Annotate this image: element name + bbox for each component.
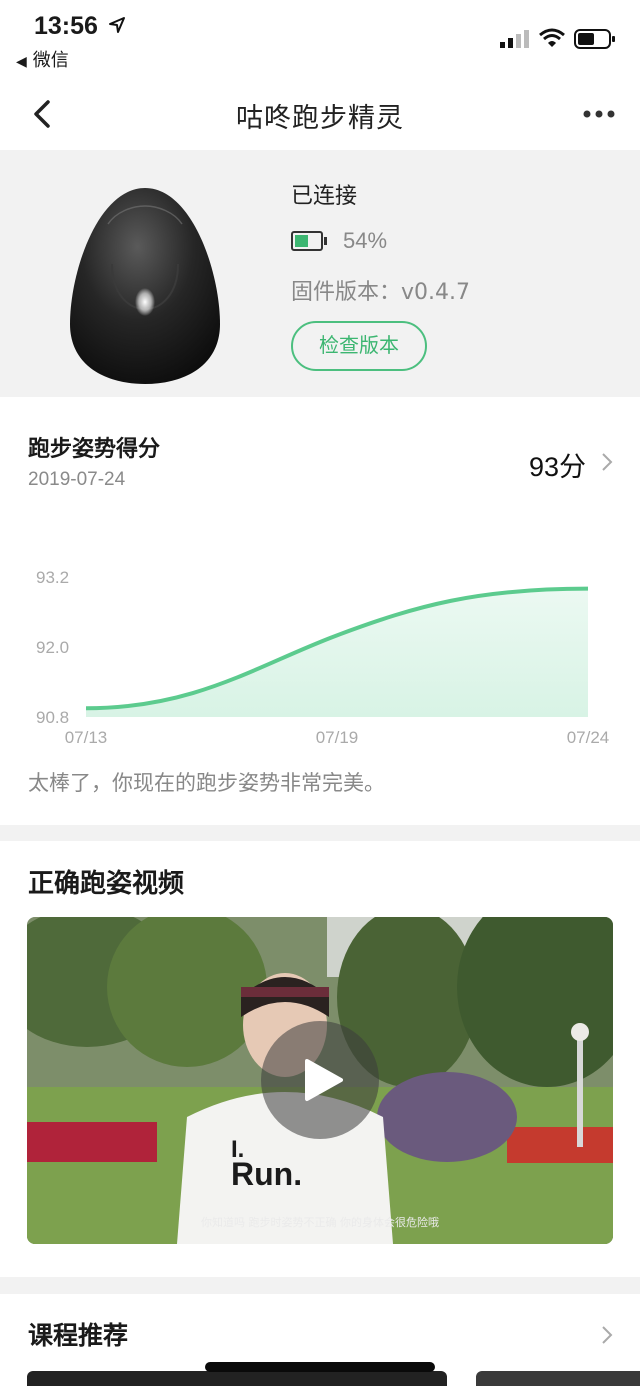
nav-bar: 咕咚跑步精灵 [0,80,640,150]
check-version-button[interactable]: 检查版本 [291,321,427,371]
home-indicator[interactable] [205,1362,435,1372]
chevron-right-icon[interactable] [600,451,614,473]
section-divider [0,1277,640,1294]
posture-score-section[interactable]: 跑步姿势得分 2019-07-24 93分 93.2 92.0 90.8 07/13 0… [0,397,640,825]
running-sensor-image [70,188,220,384]
video-section-title: 正确跑姿视频 [28,869,185,899]
page-title: 咕咚跑步精灵 [236,103,404,134]
score-chart: 93.2 92.0 90.807/13 07/19 07/24 [36,568,610,747]
y-tick-label: 90.8 [36,708,69,727]
score-value: 93分 [528,452,586,482]
y-tick-label: 92.0 [36,638,69,657]
x-tick-label: 07/24 [567,728,610,747]
x-tick-label: 07/19 [316,728,359,747]
video-thumbnail[interactable]: I. Run. 你知道吗 跑步时姿势不正确 你的身体会很危险哦 [27,917,613,1244]
device-card: 已连接 54% 固件版本：v0.4.7 检查版本 [0,150,640,397]
device-battery: 54% [291,226,387,256]
section-divider [0,825,640,841]
device-battery-icon [291,231,327,251]
signal-icon [500,30,529,48]
course-card[interactable] [27,1371,447,1386]
battery-percentage: 54% [343,228,388,253]
course-card[interactable] [476,1371,640,1386]
status-time: 13:56 [34,12,98,40]
back-triangle-icon: ◀ [16,54,27,70]
battery-icon [574,29,615,49]
score-comment: 太棒了，你现在的跑步姿势非常完美。 [28,771,385,795]
course-section-title: 课程推荐 [28,1321,129,1350]
firmware-version: 固件版本：v0.4.7 [291,280,470,305]
chevron-right-icon[interactable] [600,1324,614,1346]
play-icon [305,1059,343,1101]
y-tick-label: 93.2 [36,568,69,587]
score-area-fill [86,588,588,717]
back-app-label: 微信 [32,50,69,71]
score-title: 跑步姿势得分 [28,437,161,462]
x-tick-label: 07/13 [65,728,108,747]
video-section: 正确跑姿视频 I. Run. 你知道吗 跑步时姿势不正确 你的身体会很危险哦 [0,841,640,1277]
connection-status: 已连接 [291,184,358,209]
score-date: 2019-07-24 [28,469,126,490]
course-section[interactable]: 课程推荐 [0,1294,640,1386]
location-arrow-icon [109,17,125,33]
back-to-app-link[interactable]: ◀ 微信 [16,46,69,72]
wifi-icon [539,28,565,47]
svg-text:Run.: Run. [231,1156,302,1192]
video-subtitle: 你知道吗 跑步时姿势不正确 你的身体会很危险哦 [201,1216,439,1229]
more-icon[interactable] [582,102,616,126]
status-bar: 13:56 ◀ 微信 [0,0,640,80]
play-button[interactable] [261,1021,379,1139]
